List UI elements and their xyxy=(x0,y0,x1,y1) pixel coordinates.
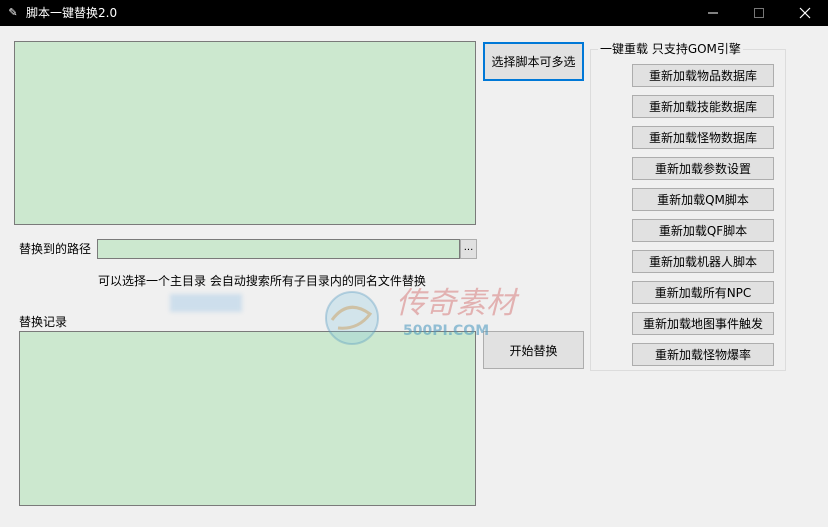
select-scripts-button[interactable]: 选择脚本可多选 xyxy=(483,42,584,81)
title-bar[interactable]: ✎ 脚本一键替换2.0 xyxy=(0,0,828,26)
close-icon xyxy=(799,7,811,19)
hint-text: 可以选择一个主目录 会自动搜索所有子目录内的同名文件替换 xyxy=(98,274,426,288)
script-list-textbox[interactable] xyxy=(14,41,476,225)
reload-group-title: 一键重载 只支持GOM引擎 xyxy=(598,41,743,57)
window-title: 脚本一键替换2.0 xyxy=(26,6,118,20)
browse-button[interactable]: ... xyxy=(460,239,477,259)
reload-monsters-button[interactable]: 重新加载怪物数据库 xyxy=(632,126,774,149)
minimize-icon xyxy=(708,12,718,14)
blurred-region xyxy=(170,294,242,312)
close-button[interactable] xyxy=(782,0,828,26)
minimize-button[interactable] xyxy=(690,0,736,26)
maximize-icon xyxy=(754,8,764,18)
app-window: ✎ 脚本一键替换2.0 选择脚本可多选 替换到的路径 ... 可以选择一个主目录… xyxy=(0,0,828,527)
reload-map-events-button[interactable]: 重新加载地图事件触发 xyxy=(632,312,774,335)
reload-qf-button[interactable]: 重新加载QF脚本 xyxy=(632,219,774,242)
reload-settings-button[interactable]: 重新加载参数设置 xyxy=(632,157,774,180)
reload-droprate-button[interactable]: 重新加载怪物爆率 xyxy=(632,343,774,366)
path-label: 替换到的路径 xyxy=(19,242,92,256)
client-area: 选择脚本可多选 替换到的路径 ... 可以选择一个主目录 会自动搜索所有子目录内… xyxy=(2,26,824,523)
reload-qm-button[interactable]: 重新加载QM脚本 xyxy=(632,188,774,211)
log-label: 替换记录 xyxy=(19,315,68,329)
log-textbox[interactable] xyxy=(19,331,476,506)
reload-items-button[interactable]: 重新加载物品数据库 xyxy=(632,64,774,87)
maximize-button[interactable] xyxy=(736,0,782,26)
reload-npc-button[interactable]: 重新加载所有NPC xyxy=(632,281,774,304)
app-icon: ✎ xyxy=(8,6,18,19)
start-replace-button[interactable]: 开始替换 xyxy=(483,331,584,369)
reload-robot-button[interactable]: 重新加载机器人脚本 xyxy=(632,250,774,273)
path-input[interactable] xyxy=(97,239,460,259)
reload-skills-button[interactable]: 重新加载技能数据库 xyxy=(632,95,774,118)
